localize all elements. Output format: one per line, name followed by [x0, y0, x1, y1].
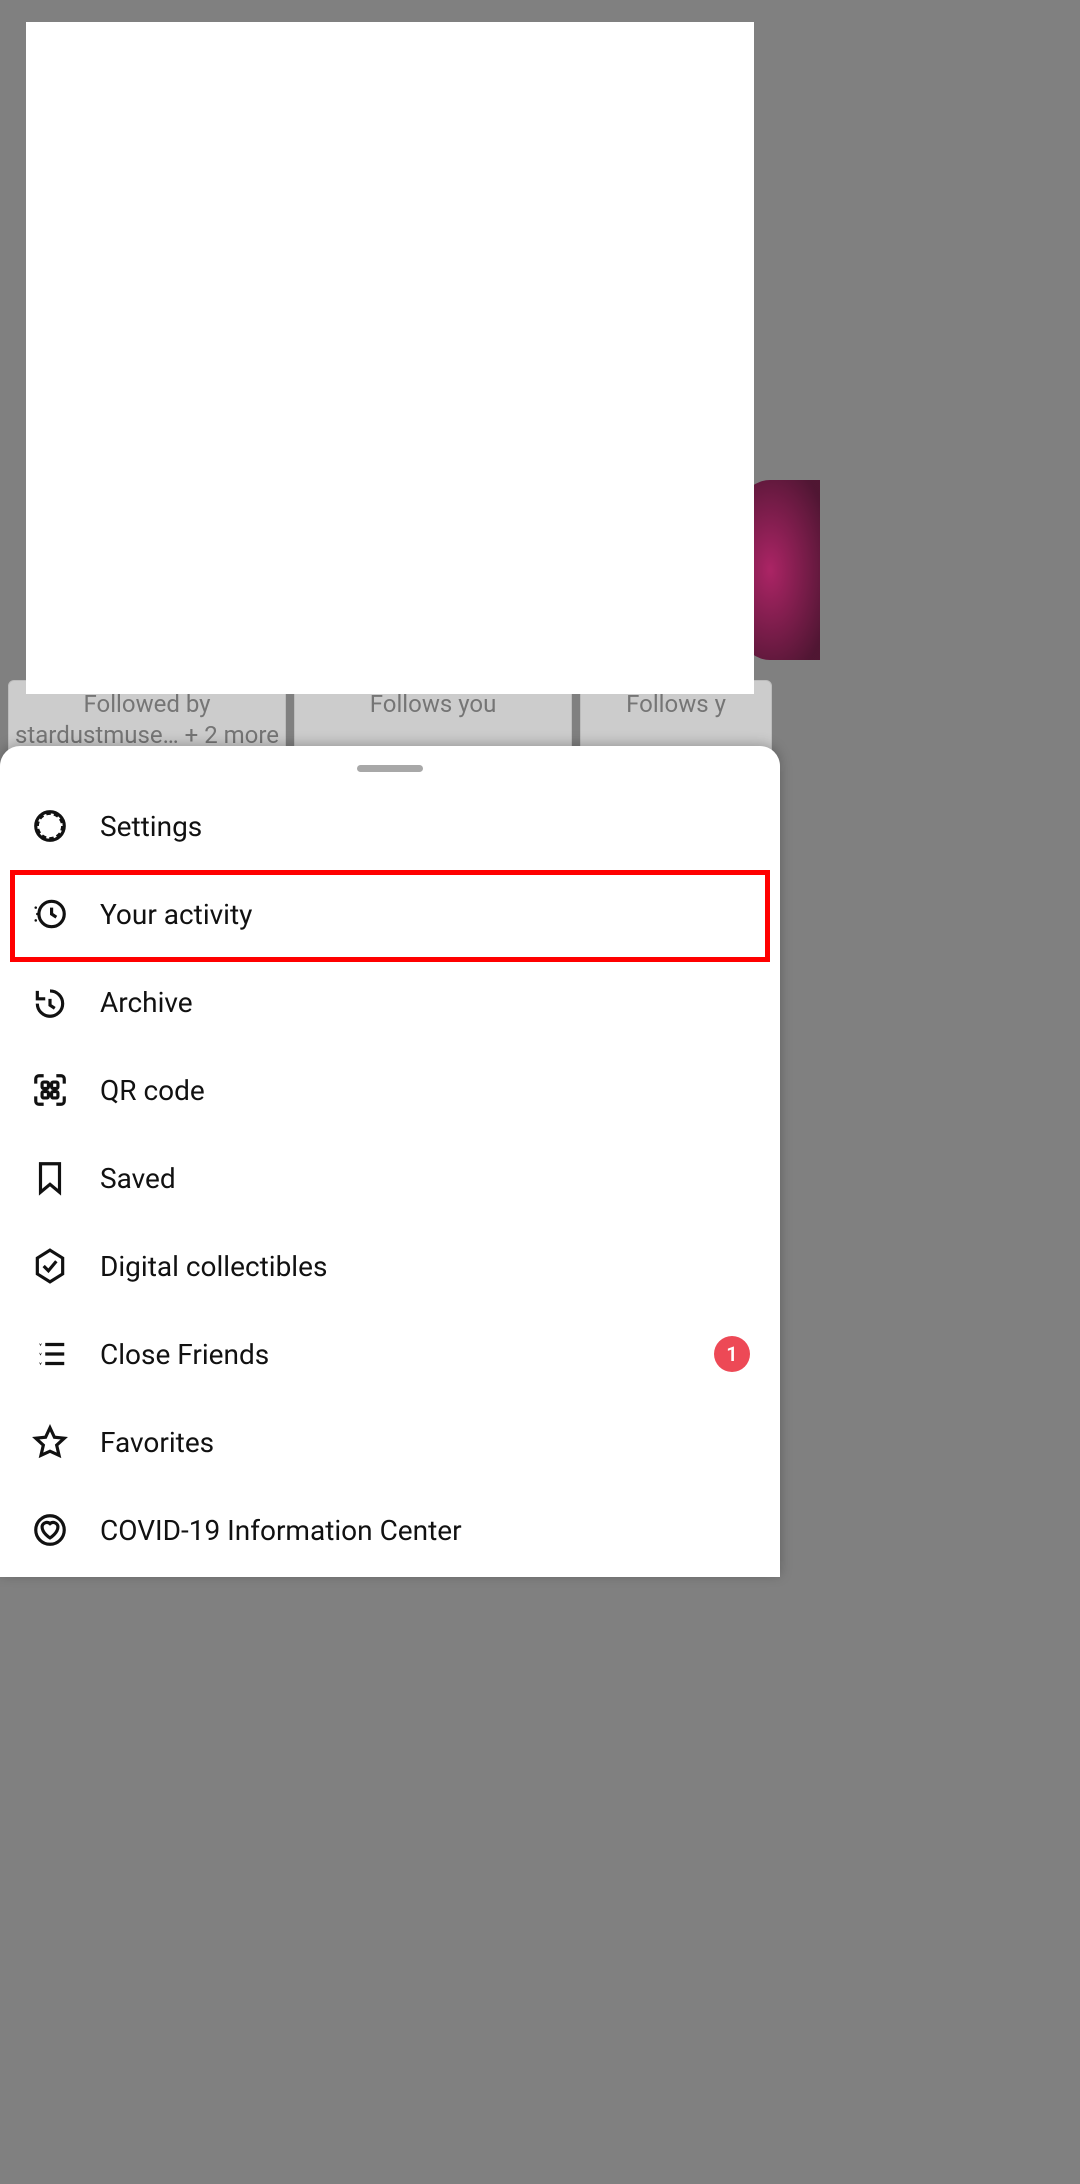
archive-icon: [30, 982, 70, 1022]
menu-item-qr-code[interactable]: QR code: [0, 1046, 780, 1134]
saved-icon: [30, 1158, 70, 1198]
star-list-icon: [30, 1334, 70, 1374]
hex-check-icon: [30, 1246, 70, 1286]
menu-item-covid-info[interactable]: COVID-19 Information Center: [0, 1486, 780, 1574]
star-icon: [30, 1422, 70, 1462]
notification-badge: 1: [714, 1336, 750, 1372]
menu-item-label: QR code: [100, 1074, 205, 1107]
menu-item-settings[interactable]: Settings: [0, 782, 780, 870]
heart-shield-icon: [30, 1510, 70, 1550]
menu-item-label: COVID-19 Information Center: [100, 1514, 462, 1547]
top-white-overlay: [26, 22, 754, 694]
qr-icon: [30, 1070, 70, 1110]
menu-item-label: Close Friends: [100, 1338, 269, 1371]
menu-item-label: Digital collectibles: [100, 1250, 327, 1283]
highlight-your-activity: [10, 870, 770, 962]
menu-item-archive[interactable]: Archive: [0, 958, 780, 1046]
menu-item-saved[interactable]: Saved: [0, 1134, 780, 1222]
menu-item-close-friends[interactable]: Close Friends 1: [0, 1310, 780, 1398]
menu-item-label: Settings: [100, 810, 202, 843]
menu-item-label: Archive: [100, 986, 193, 1019]
menu-item-label: Favorites: [100, 1426, 214, 1459]
menu-item-label: Saved: [100, 1162, 176, 1195]
menu-item-favorites[interactable]: Favorites: [0, 1398, 780, 1486]
drag-handle[interactable]: [357, 765, 423, 772]
gear-icon: [30, 806, 70, 846]
options-bottom-sheet[interactable]: Settings Your activity Archive: [0, 746, 780, 1577]
menu-item-digital-collectibles[interactable]: Digital collectibles: [0, 1222, 780, 1310]
